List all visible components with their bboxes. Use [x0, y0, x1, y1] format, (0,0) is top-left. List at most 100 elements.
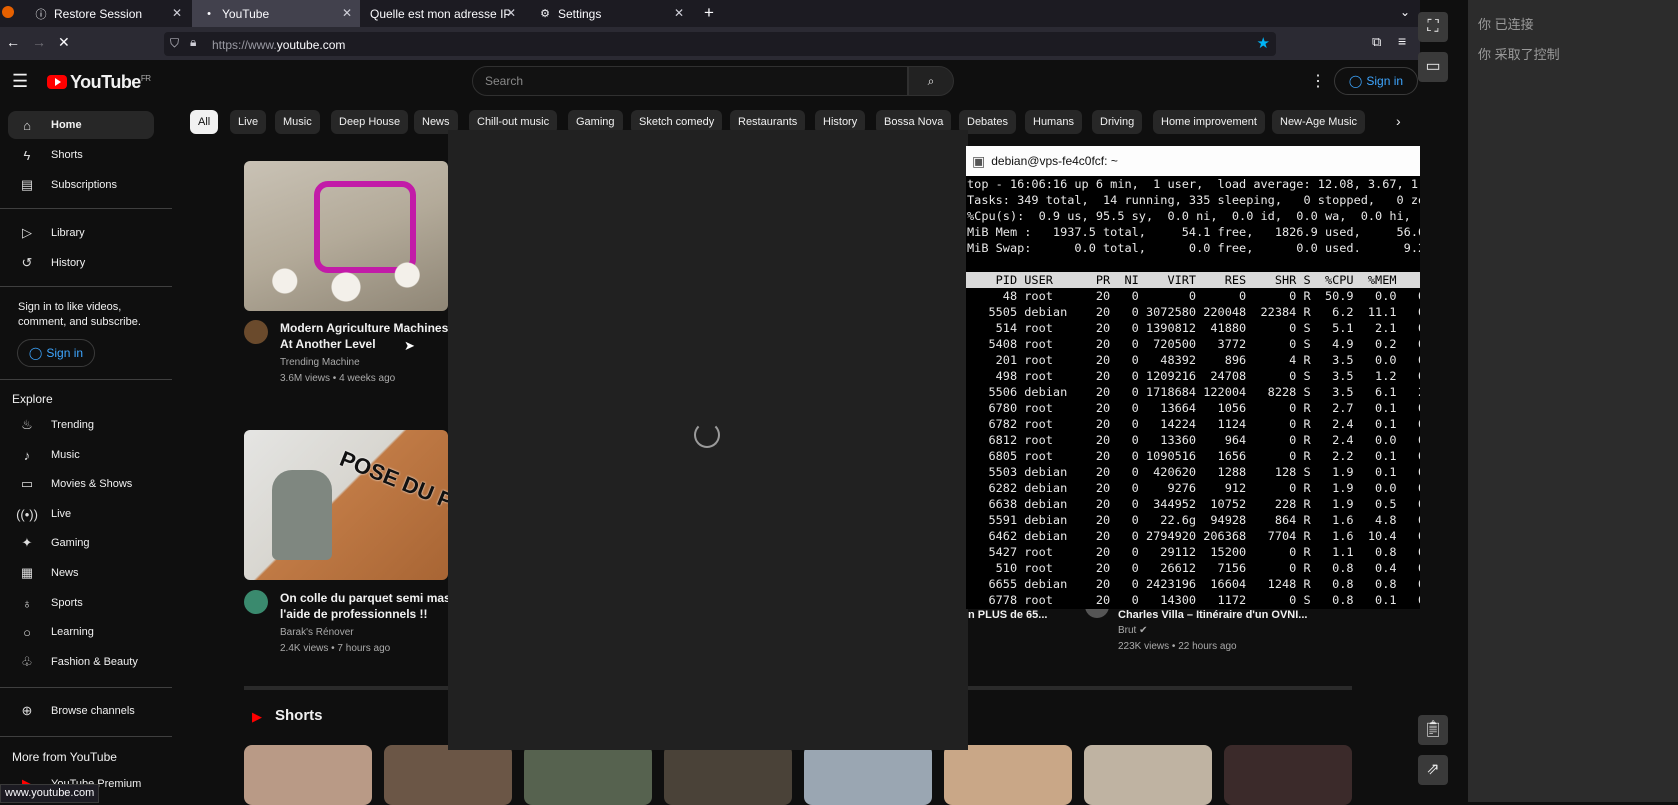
- mouse-cursor-icon: ➤: [404, 338, 415, 353]
- sidebar-item-home[interactable]: ⌂ Home: [8, 111, 154, 139]
- shield-icon[interactable]: ⛉: [170, 36, 179, 51]
- back-icon[interactable]: ←: [6, 34, 20, 50]
- shorts-thumbnail[interactable]: [384, 745, 512, 805]
- video-title[interactable]: At Another Level: [280, 336, 450, 352]
- sidebar-item-library[interactable]: ▷ Library: [8, 219, 154, 247]
- shorts-thumbnail[interactable]: [944, 745, 1072, 805]
- status-url: www.youtube.com: [0, 784, 100, 803]
- channel-name[interactable]: Brut ✔: [1118, 623, 1318, 639]
- video-title[interactable]: Charles Villa – Itinéraire d'un OVNI...: [1118, 607, 1318, 623]
- forward-icon[interactable]: →: [32, 34, 46, 50]
- tab-youtube[interactable]: • YouTube ✕: [192, 0, 360, 27]
- clipboard-button[interactable]: 📋︎: [1418, 715, 1448, 745]
- search-input[interactable]: Search: [472, 66, 908, 96]
- bookmark-star-icon[interactable]: ★: [1257, 34, 1270, 52]
- sidebar-item-learning[interactable]: ○ Learning: [8, 618, 154, 646]
- tab-ip-address[interactable]: Quelle est mon adresse IP? : ✕: [360, 0, 524, 27]
- settings-dots-icon[interactable]: ⋮: [1310, 71, 1326, 91]
- chip-driving[interactable]: Driving: [1092, 110, 1143, 134]
- sidebar-item-label: Browse channels: [51, 705, 135, 717]
- tab-restore-session[interactable]: ⓘ Restore Session ✕: [24, 0, 190, 27]
- shorts-thumbnail[interactable]: [804, 745, 932, 805]
- shorts-thumbnail[interactable]: [1224, 745, 1352, 805]
- search-button[interactable]: ⌕: [908, 66, 954, 96]
- channel-avatar[interactable]: [244, 320, 268, 344]
- video-title[interactable]: l'aide de professionnels !!: [280, 606, 450, 622]
- chip-new-age-music[interactable]: New-Age Music: [1272, 110, 1366, 134]
- close-icon[interactable]: ✕: [674, 6, 684, 20]
- video-title[interactable]: n PLUS de 65...: [968, 607, 1047, 623]
- shorts-thumbnail[interactable]: [1084, 745, 1212, 805]
- stop-loading-icon[interactable]: ✕: [58, 34, 70, 51]
- close-icon[interactable]: ✕: [342, 6, 352, 20]
- sidebar-item-browse-channels[interactable]: ⊕ Browse channels: [8, 697, 154, 725]
- video-title[interactable]: On colle du parquet semi massi: [280, 590, 461, 606]
- new-tab-icon[interactable]: +: [704, 3, 714, 23]
- sidebar-item-sports[interactable]: ♁ Sports: [8, 589, 154, 617]
- shorts-thumbnail[interactable]: [524, 745, 652, 805]
- logo-region: FR: [140, 74, 151, 83]
- sidebar-item-gaming[interactable]: ✦ Gaming: [8, 529, 154, 557]
- sidebar-item-news[interactable]: ▦ News: [8, 559, 154, 587]
- shorts-icon: ϟ: [23, 147, 31, 163]
- video-title[interactable]: Modern Agriculture Machines T: [280, 320, 459, 336]
- hamburger-menu-icon[interactable]: ☰: [12, 71, 28, 92]
- tab-settings[interactable]: ⚙ Settings ✕: [528, 0, 692, 27]
- external-link-button[interactable]: ⇗: [1418, 755, 1448, 785]
- channel-avatar[interactable]: [244, 590, 268, 614]
- video-meta: 2.4K views • 7 hours ago: [280, 643, 391, 654]
- chip-music[interactable]: Music: [275, 110, 320, 134]
- thumbnail-text: POSE DU PA: [336, 445, 448, 520]
- sports-icon: ♁: [22, 595, 32, 611]
- chip-all[interactable]: All: [190, 110, 219, 134]
- news-icon: ▦: [20, 565, 34, 580]
- url-host: youtube.com: [276, 38, 346, 52]
- sidebar-item-shorts[interactable]: ϟ Shorts: [8, 141, 154, 169]
- sidebar-item-label: Shorts: [51, 149, 83, 161]
- video-info: On colle du parquet semi massi l'aide de…: [280, 590, 461, 657]
- close-icon[interactable]: ✕: [506, 6, 516, 20]
- shorts-thumbnail[interactable]: [664, 745, 792, 805]
- channel-name[interactable]: Trending Machine: [280, 355, 450, 371]
- gaming-icon: ✦: [21, 535, 33, 550]
- sidebar-item-music[interactable]: ♪ Music: [8, 441, 154, 469]
- monitor-icon: ▭: [1425, 58, 1441, 75]
- terminal-app-icon: ▣: [972, 152, 986, 169]
- sidebar-divider: [0, 736, 172, 737]
- menu-icon[interactable]: ≡: [1398, 33, 1406, 49]
- sidebar-item-subscriptions[interactable]: ▤ Subscriptions: [8, 171, 154, 199]
- sidebar-item-label: Music: [51, 449, 80, 461]
- lock-icon[interactable]: 🔒︎: [190, 35, 196, 50]
- chip-home-improvement[interactable]: Home improvement: [1153, 110, 1265, 134]
- sidebar-item-label: History: [51, 257, 86, 269]
- video-thumbnail[interactable]: POSE DU PA: [244, 430, 448, 580]
- chevron-right-icon[interactable]: ›: [1396, 113, 1401, 129]
- shorts-thumbnail[interactable]: [244, 745, 372, 805]
- sidebar-item-trending[interactable]: ♨ Trending: [8, 411, 154, 439]
- info-icon: ⓘ: [35, 8, 47, 21]
- chip-live[interactable]: Live: [230, 110, 267, 134]
- sign-in-button[interactable]: ◯ Sign in: [1334, 67, 1418, 95]
- sidebar-item-label: Library: [51, 227, 85, 239]
- url-text[interactable]: https://www.youtube.com: [212, 38, 345, 52]
- fullscreen-icon: ⛶: [1427, 18, 1439, 35]
- sign-in-label: Sign in: [46, 346, 84, 360]
- channel-name[interactable]: Barak's Rénover: [280, 625, 450, 641]
- screen-button[interactable]: ▭: [1418, 52, 1448, 82]
- music-icon: ♪: [23, 447, 31, 463]
- sidebar-item-live[interactable]: ((•)) Live: [8, 500, 154, 528]
- firefox-menu-icon[interactable]: [2, 6, 14, 18]
- sidebar-item-movies[interactable]: ▭ Movies & Shows: [8, 470, 154, 498]
- sidebar-item-fashion[interactable]: ♧ Fashion & Beauty: [8, 648, 154, 676]
- fullscreen-button[interactable]: ⛶: [1418, 12, 1448, 42]
- sidebar-sign-in-button[interactable]: ◯ Sign in: [17, 339, 95, 367]
- chip-deep-house[interactable]: Deep House: [331, 110, 409, 134]
- sidebar-divider: [0, 286, 172, 287]
- chip-humans[interactable]: Humans: [1025, 110, 1082, 134]
- extensions-icon[interactable]: ⧉: [1372, 34, 1381, 50]
- sidebar-item-history[interactable]: ↺ History: [8, 249, 154, 277]
- video-thumbnail[interactable]: [244, 161, 448, 311]
- tab-list-icon[interactable]: ⌄: [1400, 5, 1410, 19]
- close-icon[interactable]: ✕: [172, 6, 182, 20]
- youtube-logo[interactable]: YouTubeFR: [47, 72, 151, 93]
